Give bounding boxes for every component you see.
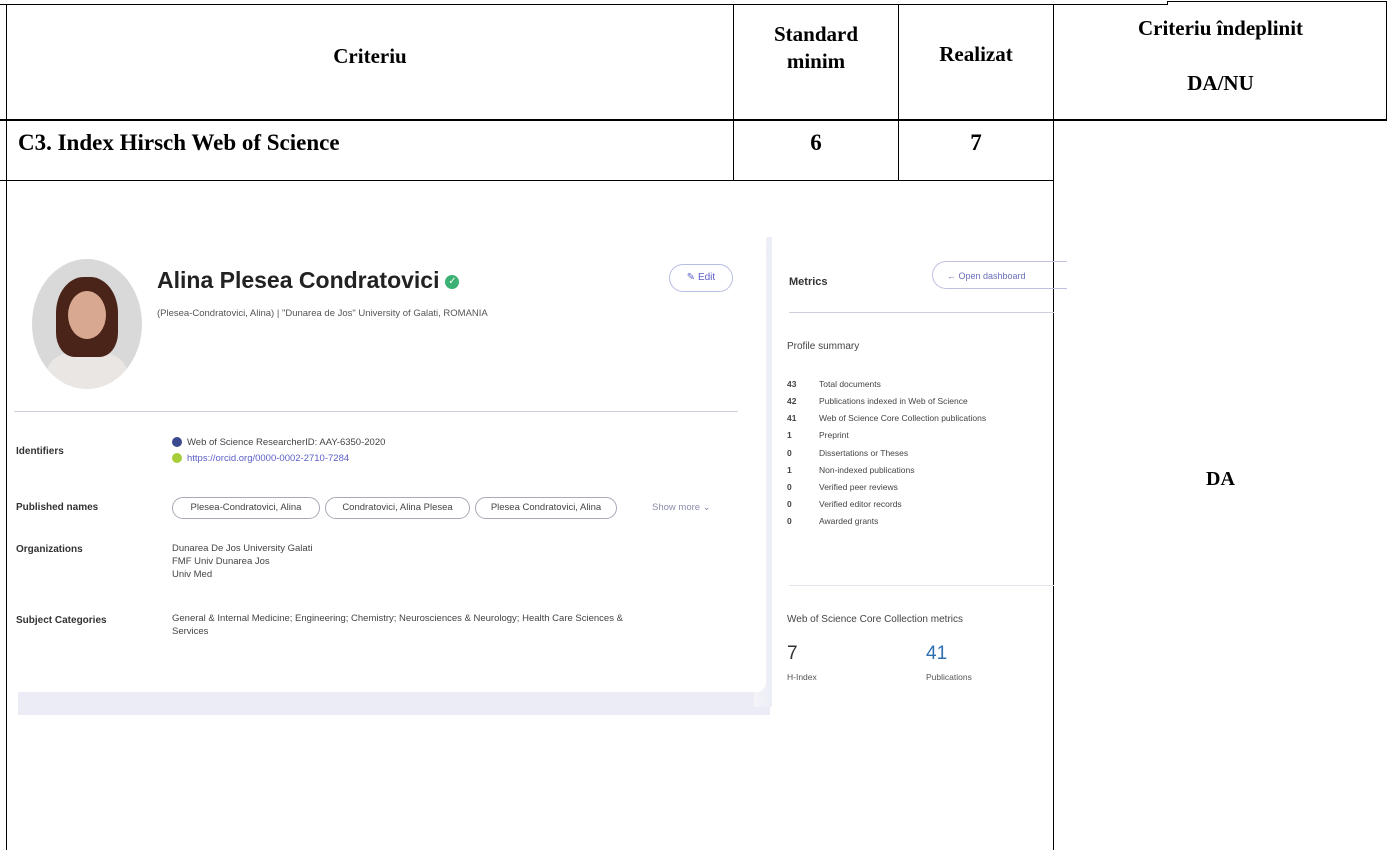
avatar-face [68, 291, 106, 339]
published-name-chip-3[interactable]: Plesea Condratovici, Alina [475, 497, 617, 519]
metrics-divider [789, 312, 1054, 313]
header-standard-line1: Standard [773, 22, 859, 46]
metric-row: 1 Preprint [787, 430, 849, 440]
metric-row: 0 Verified editor records [787, 499, 902, 509]
h-index-value: 7 [787, 643, 798, 664]
row-bottom-border [0, 180, 1054, 181]
published-name-chip-1[interactable]: Plesea-Condratovici, Alina [172, 497, 320, 519]
organizations-list: Dunarea De Jos University Galati FMF Uni… [172, 542, 312, 581]
h-index-label: H-Index [787, 672, 817, 682]
subject-categories-label: Subject Categories [16, 615, 107, 626]
metrics-title: Metrics [789, 276, 828, 288]
metric-row: 0 Awarded grants [787, 516, 879, 526]
metric-row: 0 Dissertations or Theses [787, 448, 909, 458]
identifiers-values: Web of Science ResearcherID: AAY-6350-20… [172, 436, 385, 465]
identifiers-label: Identifiers [16, 446, 64, 457]
metric-row: 42 Publications indexed in Web of Science [787, 396, 968, 406]
orcid-icon [172, 453, 182, 464]
table-top-border-right [1167, 1, 1387, 2]
header-bottom-border [0, 119, 1387, 121]
core-collection-heading: Web of Science Core Collection metrics [787, 614, 963, 625]
organization-item: FMF Univ Dunarea Jos [172, 556, 270, 567]
organization-item: Univ Med [172, 569, 213, 580]
subjects-line-1: General & Internal Medicine; Engineering… [172, 613, 623, 624]
row-realizat-value: 7 [970, 130, 982, 155]
profile-name: Alina Plesea Condratovici ✓ [157, 267, 460, 294]
metric-row: 0 Verified peer reviews [787, 482, 898, 492]
metric-row: 43 Total documents [787, 379, 881, 389]
row-standard-value: 6 [810, 130, 822, 155]
clarivate-icon [172, 437, 182, 448]
edit-button[interactable]: ✎ Edit [669, 264, 733, 292]
header-criteriu: Criteriu [333, 44, 407, 68]
open-dashboard-button[interactable]: ← Open dashboard [932, 261, 1067, 289]
header-standard-minim: Standard minim [734, 21, 898, 75]
header-realizat: Realizat [939, 42, 1013, 66]
publications-label: Publications [926, 672, 972, 682]
row-criteriu: C3. Index Hirsch Web of Science [18, 130, 340, 155]
profile-divider [14, 411, 738, 412]
row-indeplinit-value: DA [1206, 468, 1235, 490]
orcid-link[interactable]: https://orcid.org/0000-0002-2710-7284 [187, 453, 349, 464]
publications-value[interactable]: 41 [926, 643, 947, 665]
table-top-border [0, 4, 1167, 5]
metric-row: 41 Web of Science Core Collection publica… [787, 413, 987, 423]
orcid-row: https://orcid.org/0000-0002-2710-7284 [172, 452, 385, 465]
header-standard-line2: minim [786, 49, 846, 73]
subject-categories-list: General & Internal Medicine; Engineering… [172, 612, 623, 638]
wos-profile-screenshot: Alina Plesea Condratovici ✓ (Plesea-Condr… [14, 237, 1067, 715]
profile-card: Alina Plesea Condratovici ✓ (Plesea-Condr… [14, 237, 766, 692]
show-more-link[interactable]: Show more ⌄ [652, 502, 711, 513]
profile-name-text: Alina Plesea Condratovici [157, 267, 440, 293]
subjects-line-2: Services [172, 626, 209, 637]
organizations-label: Organizations [16, 544, 83, 555]
metric-row: 1 Non-indexed publications [787, 465, 915, 475]
published-names-label: Published names [16, 502, 99, 513]
profile-subline: (Plesea-Condratovici, Alina) | "Dunarea … [157, 308, 488, 319]
header-indeplinit-line2: DA/NU [1187, 71, 1254, 95]
col-divider-top-stub [1167, 1, 1168, 5]
researcher-id: Web of Science ResearcherID: AAY-6350-20… [187, 437, 386, 448]
header-indeplinit-line1: Criteriu îndeplinit [1137, 16, 1304, 40]
published-name-chip-2[interactable]: Condratovici, Alina Plesea [325, 497, 470, 519]
verified-check-icon: ✓ [445, 274, 460, 289]
organization-item: Dunarea De Jos University Galati [172, 543, 313, 554]
table-left-border [6, 4, 7, 850]
profile-summary-heading: Profile summary [787, 341, 860, 352]
metrics-divider-2 [789, 585, 1054, 586]
avatar [32, 259, 142, 389]
researcher-id-row: Web of Science ResearcherID: AAY-6350-20… [172, 436, 385, 449]
